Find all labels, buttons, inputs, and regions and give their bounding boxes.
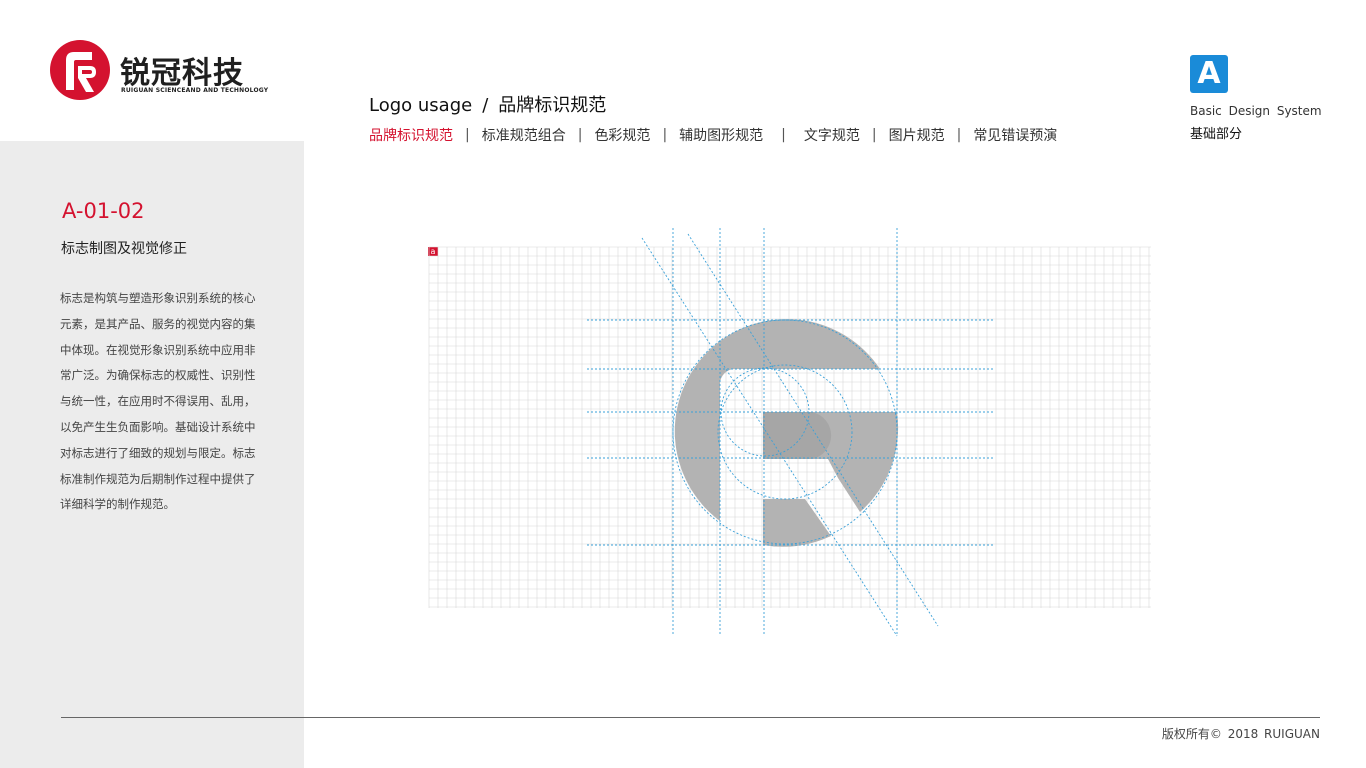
nav-divider: | bbox=[577, 127, 583, 143]
footer-divider bbox=[61, 717, 1320, 718]
badge-label-cn: 基础部分 bbox=[1190, 127, 1243, 142]
nav-divider: | bbox=[871, 127, 877, 143]
section-title: Logo usage / 品牌标识规范 bbox=[369, 91, 606, 117]
nav-divider: | bbox=[956, 127, 962, 143]
logo-construction-diagram bbox=[428, 228, 1151, 637]
nav-item-color[interactable]: 色彩规范 bbox=[594, 125, 650, 145]
nav-divider: | bbox=[781, 127, 786, 143]
nav-item-brand-logo[interactable]: 品牌标识规范 bbox=[369, 125, 453, 145]
nav-item-standard-combination[interactable]: 标准规范组合 bbox=[482, 125, 566, 145]
nav-divider: | bbox=[465, 127, 470, 143]
brand-name-cn: 锐冠科技 bbox=[120, 56, 244, 91]
brand-logo-icon bbox=[50, 40, 110, 100]
page-description: 标志是构筑与塑造形象识别系统的核心元素，是其产品、服务的视觉内容的集中体现。在视… bbox=[60, 291, 256, 512]
nav-divider: | bbox=[662, 127, 668, 143]
section-title-en: Logo usage bbox=[369, 95, 473, 116]
nav-item-typography[interactable]: 文字规范 bbox=[804, 125, 860, 145]
top-navigation: 品牌标识规范 | 标准规范组合 | 色彩规范 | 辅助图形规范 | 文字规范 |… bbox=[369, 125, 1057, 145]
brand-name-en: RUIGUAN SCIENCEAND AND TECHNOLOGY bbox=[121, 87, 269, 94]
title-separator: / bbox=[482, 95, 489, 116]
nav-item-images[interactable]: 图片规范 bbox=[889, 125, 945, 145]
copyright: 版权所有© 2018 RUIGUAN bbox=[1161, 727, 1320, 741]
section-title-cn: 品牌标识规范 bbox=[498, 95, 607, 116]
page-subtitle: 标志制图及视觉修正 bbox=[61, 241, 187, 257]
nav-item-common-errors[interactable]: 常见错误预演 bbox=[973, 125, 1057, 145]
section-badge: A bbox=[1190, 55, 1228, 93]
page-code: A-01-02 bbox=[62, 199, 145, 223]
nav-item-auxiliary-graphics[interactable]: 辅助图形规范 bbox=[679, 125, 763, 145]
brand-logo[interactable]: 锐冠科技 RUIGUAN SCIENCEAND AND TECHNOLOGY bbox=[48, 38, 288, 104]
badge-label-en: Basic Design System bbox=[1190, 104, 1322, 118]
